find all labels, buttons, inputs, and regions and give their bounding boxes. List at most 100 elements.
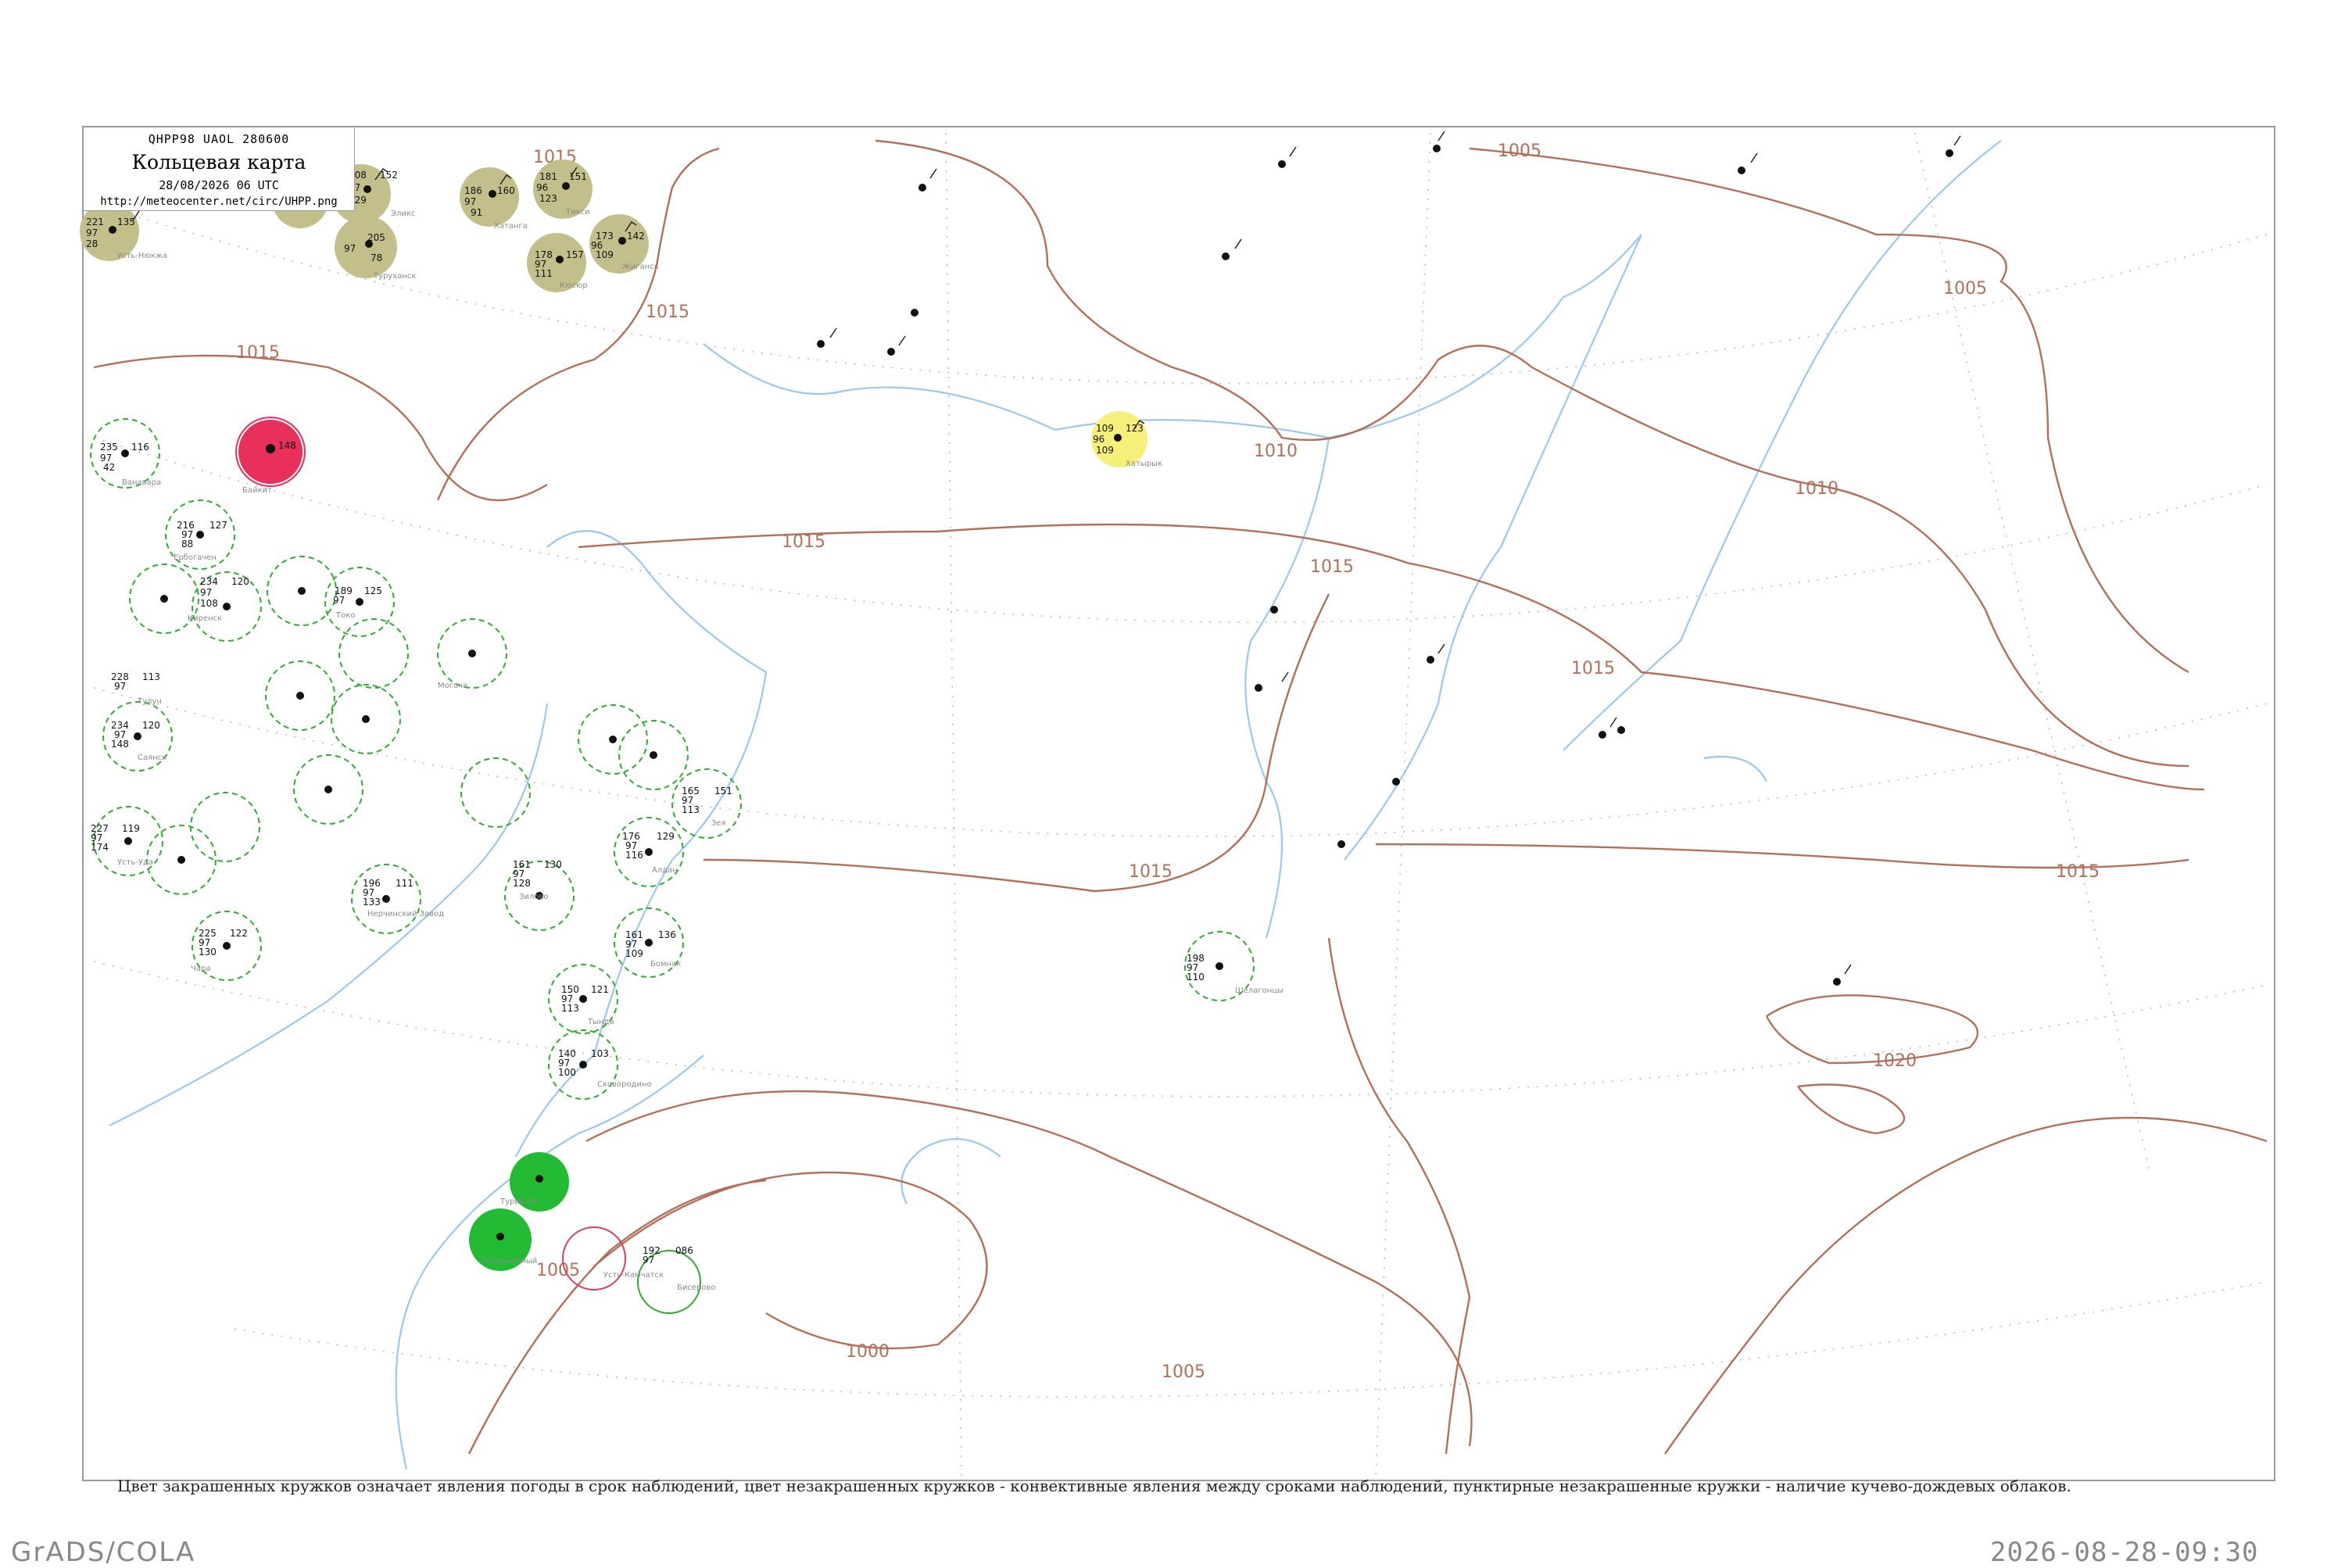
station-pressure: 125: [364, 585, 382, 596]
station-dewpoint: 128: [513, 878, 531, 889]
station-name: Пограничный: [482, 1257, 537, 1265]
station-name: Хатырык: [1126, 460, 1162, 468]
station-pressure: 151: [569, 171, 587, 182]
station-code: 97: [333, 595, 345, 606]
station-name: Байкит: [242, 486, 272, 495]
station-pressure: 151: [714, 786, 732, 797]
map-title: Кольцевая карта: [131, 151, 306, 174]
station-temp: 186: [464, 185, 482, 196]
isobar-label: 1005: [1943, 279, 1987, 299]
station-marker-cb-ring: [190, 792, 260, 862]
synoptic-map: 1015 1015 1015 1015 1015 1015 1015 1015 …: [80, 126, 2275, 1481]
station-dewpoint: 88: [181, 539, 193, 550]
station-pressure: 113: [142, 671, 160, 682]
isobar-label: 1005: [1162, 1362, 1205, 1382]
station-names: Эликс Усть-Нюкжа Хатанга Тикси Кюсюр Жиг…: [117, 208, 1283, 1292]
isobar-label: 1010: [1254, 442, 1298, 461]
station-pressure: 120: [142, 720, 160, 731]
station-circles: [80, 159, 1255, 1314]
station-name: Чара: [191, 965, 210, 973]
station-name: Усть-Уда: [117, 858, 153, 867]
station-pressure: 130: [544, 859, 562, 870]
footer-credit: GrADS/COLA: [11, 1537, 196, 1568]
station-code: 97: [464, 196, 476, 207]
station-dewpoint: 123: [539, 193, 557, 204]
station-pressure: 160: [497, 185, 515, 196]
station-name: Туруханск: [373, 272, 416, 281]
station-name: Ванавара: [122, 478, 161, 487]
map-datetime: 28/08/2026 06 UTC: [159, 178, 279, 192]
station-dewpoint: 91: [471, 207, 482, 218]
station-name: Кюсюр: [560, 281, 588, 290]
station-name: Эликс: [391, 209, 415, 218]
station-temp: 234: [200, 576, 218, 587]
station-dots: [109, 145, 1953, 1240]
isobar-label: 1015: [1571, 659, 1615, 678]
station-pressure: 116: [131, 442, 149, 453]
station-name: Жиганск: [622, 263, 659, 271]
station-code: 97: [344, 243, 356, 254]
station-dewpoint: 108: [200, 598, 218, 609]
map-source-url[interactable]: http://meteocenter.net/circ/UHPP.png: [84, 195, 354, 208]
station-marker-red-ring: [562, 1226, 626, 1291]
station-dewpoint: 174: [91, 842, 109, 853]
station-dewpoint: 28: [86, 238, 98, 249]
station-dewpoint: 109: [625, 948, 643, 959]
isobar-label: 1015: [1310, 557, 1354, 577]
rivers-and-coastline: [109, 140, 2002, 1470]
station-pressure: 148: [278, 440, 296, 451]
isobar-label: 1000: [846, 1342, 890, 1362]
station-name: Тулун: [137, 697, 162, 706]
station-pressure: 103: [591, 1048, 609, 1059]
station-name: Зея: [711, 819, 726, 828]
station-name: Шелагонцы: [1235, 986, 1283, 995]
isobar-label: 1005: [1498, 141, 1541, 161]
station-dewpoint: 133: [363, 897, 381, 908]
station-plots: 208 152 97 129 221 135 97 28 186 160 97 …: [86, 170, 1205, 1265]
station-name: Усть-Нюкжа: [117, 252, 167, 260]
station-marker-cb-ring: [460, 757, 531, 828]
map-frame: [82, 126, 2275, 1481]
station-dewpoint: 109: [596, 249, 614, 260]
station-name: Турий Рог: [499, 1197, 541, 1206]
station-code: 96: [536, 182, 548, 193]
station-pressure: 127: [209, 520, 227, 531]
station-pressure: 129: [657, 831, 675, 842]
station-name: Токо: [335, 611, 355, 620]
station-name: Ербогачен: [174, 553, 217, 562]
isobar-label: 1015: [1129, 862, 1172, 882]
station-pressure: 136: [658, 929, 676, 940]
station-name: Могоча: [438, 682, 467, 690]
station-dewpoint: 116: [625, 850, 643, 861]
station-dewpoint: 148: [111, 739, 129, 750]
station-dewpoint: 100: [558, 1067, 576, 1078]
station-dewpoint: 130: [199, 947, 217, 958]
station-code: 96: [1093, 434, 1104, 445]
station-name: Бомнак: [650, 960, 681, 968]
map-header: QHPP98 UAOL 280600 Кольцевая карта 28/08…: [83, 127, 355, 211]
legend-note: Цвет закрашенных кружков означает явлени…: [117, 1477, 2071, 1495]
station-pressure: 142: [627, 231, 645, 242]
station-pressure: 111: [396, 878, 414, 889]
station-name: Бисерово: [677, 1283, 716, 1292]
isobar-label: 1010: [1795, 479, 1838, 499]
station-dewpoint: 110: [1187, 972, 1205, 983]
station-code: 97: [200, 587, 212, 598]
station-code: 97: [114, 681, 126, 692]
station-name: Киренск: [188, 614, 222, 623]
station-name: Зилово: [519, 893, 548, 901]
station-pressure: 122: [230, 928, 248, 939]
station-dewpoint: 42: [103, 462, 115, 473]
isobar-label: 1015: [646, 303, 689, 322]
isobar-label: 1015: [236, 343, 280, 363]
station-name: Алдан: [652, 866, 678, 875]
isobar-label: 1015: [782, 532, 825, 552]
isobar-label: 1005: [536, 1261, 580, 1280]
station-marker-cb-ring: [338, 618, 409, 689]
station-temp: 109: [1096, 423, 1114, 434]
isobar-label: 1020: [1873, 1051, 1917, 1071]
station-pressure: 152: [380, 170, 398, 181]
bulletin-code: QHPP98 UAOL 280600: [148, 132, 290, 146]
station-name: Сковородино: [597, 1080, 652, 1089]
station-dewpoint: 78: [371, 252, 382, 263]
